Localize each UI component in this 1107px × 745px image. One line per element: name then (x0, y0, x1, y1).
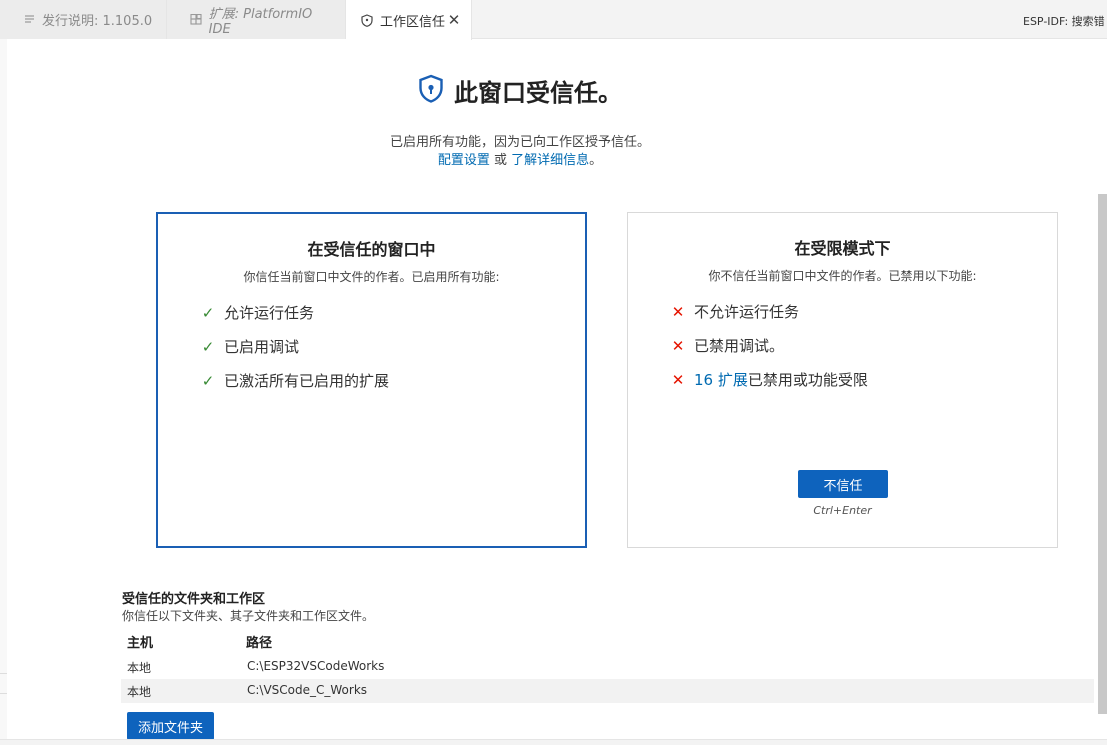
tab-release-notes[interactable]: 发行说明: 1.105.0 (0, 0, 167, 39)
cross-icon: ✕ (671, 302, 685, 321)
panel-divider (0, 739, 1107, 745)
configure-settings-link[interactable]: 配置设置 (438, 153, 490, 168)
feature-label: 不允许运行任务 (694, 303, 800, 321)
close-icon[interactable]: ✕ (447, 11, 461, 29)
tab-label: 发行说明: 1.105.0 (42, 14, 153, 29)
check-icon: ✓ (201, 371, 215, 390)
check-icon: ✓ (201, 337, 215, 356)
trust-subtitle: 已启用所有功能，因为已向工作区授予信任。 (389, 135, 650, 150)
feature-item: ✓ 已启用调试 (200, 336, 299, 357)
list-icon (22, 13, 36, 27)
host-cell: 本地 (127, 685, 152, 699)
add-folder-button[interactable]: 添加文件夹 (127, 712, 214, 740)
tab-workspace-trust[interactable]: 工作区信任 ✕ (346, 0, 472, 40)
esp-idf-search[interactable]: ESP-IDF: 搜索错 (1023, 13, 1105, 29)
feature-item: ✓ 已激活所有已启用的扩展 (200, 370, 389, 391)
host-cell: 本地 (127, 661, 152, 675)
trust-header: 此窗口受信任。 (0, 73, 1040, 108)
shield-icon (360, 13, 374, 27)
tab-label: 工作区信任 (380, 14, 446, 30)
trust-links: 配置设置 或 了解详细信息。 (0, 149, 1040, 168)
shield-icon (418, 74, 444, 108)
table-row[interactable]: 本地 C:\VSCode_C_Works (121, 679, 1094, 703)
table-row[interactable]: 本地 C:\ESP32VSCodeWorks (121, 655, 1094, 679)
tab-label: 扩展: PlatformIO IDE (208, 6, 313, 37)
keyboard-shortcut: Ctrl+Enter (813, 504, 872, 517)
tab-extension-platformio[interactable]: 扩展: PlatformIO IDE (167, 0, 346, 39)
feature-label: 已激活所有已启用的扩展 (224, 372, 390, 390)
dont-trust-button[interactable]: 不信任 (798, 470, 888, 498)
path-cell: C:\VSCode_C_Works (247, 683, 368, 697)
learn-more-link[interactable]: 了解详细信息 (511, 153, 589, 168)
cross-icon: ✕ (671, 336, 685, 355)
feature-label: 已启用调试 (224, 338, 300, 356)
feature-item: ✕ 不允许运行任务 (670, 301, 799, 322)
card-title: 在受信任的窗口中 (307, 240, 436, 259)
vertical-scrollbar[interactable] (1098, 194, 1107, 714)
feature-item: ✕ 已禁用调试。 (670, 335, 784, 356)
trusted-folders-title: 受信任的文件夹和工作区 (122, 592, 266, 607)
path-cell: C:\ESP32VSCodeWorks (247, 659, 385, 673)
trusted-mode-card: 在受信任的窗口中 你信任当前窗口中文件的作者。已启用所有功能: ✓ 允许运行任务… (156, 212, 587, 548)
restricted-mode-card: 在受限模式下 你不信任当前窗口中文件的作者。已禁用以下功能: ✕ 不允许运行任务… (627, 212, 1058, 548)
feature-item: ✓ 允许运行任务 (200, 302, 314, 323)
tab-bar: 发行说明: 1.105.0 扩展: PlatformIO IDE 工作区信任 ✕… (0, 0, 1107, 40)
check-icon: ✓ (201, 303, 215, 322)
column-header-path: 路径 (246, 636, 273, 651)
card-description: 你信任当前窗口中文件的作者。已启用所有功能: (243, 270, 500, 284)
extensions-link[interactable]: 16 扩展 (694, 369, 748, 390)
or-text: 或 (489, 153, 512, 168)
cross-icon: ✕ (671, 370, 685, 389)
page-title: 此窗口受信任。 (454, 79, 622, 107)
feature-item: ✕ 16 扩展 已禁用或功能受限 (670, 369, 868, 390)
card-title: 在受限模式下 (794, 239, 891, 258)
feature-label: 已禁用或功能受限 (747, 371, 868, 389)
period-text: 。 (589, 153, 603, 168)
card-description: 你不信任当前窗口中文件的作者。已禁用以下功能: (708, 269, 977, 283)
column-header-host: 主机 (127, 636, 154, 651)
feature-label: 已禁用调试。 (694, 337, 785, 355)
trusted-folders-description: 你信任以下文件夹、其子文件夹和工作区文件。 (122, 609, 375, 623)
feature-label: 允许运行任务 (224, 304, 315, 322)
extensions-icon (189, 13, 203, 27)
